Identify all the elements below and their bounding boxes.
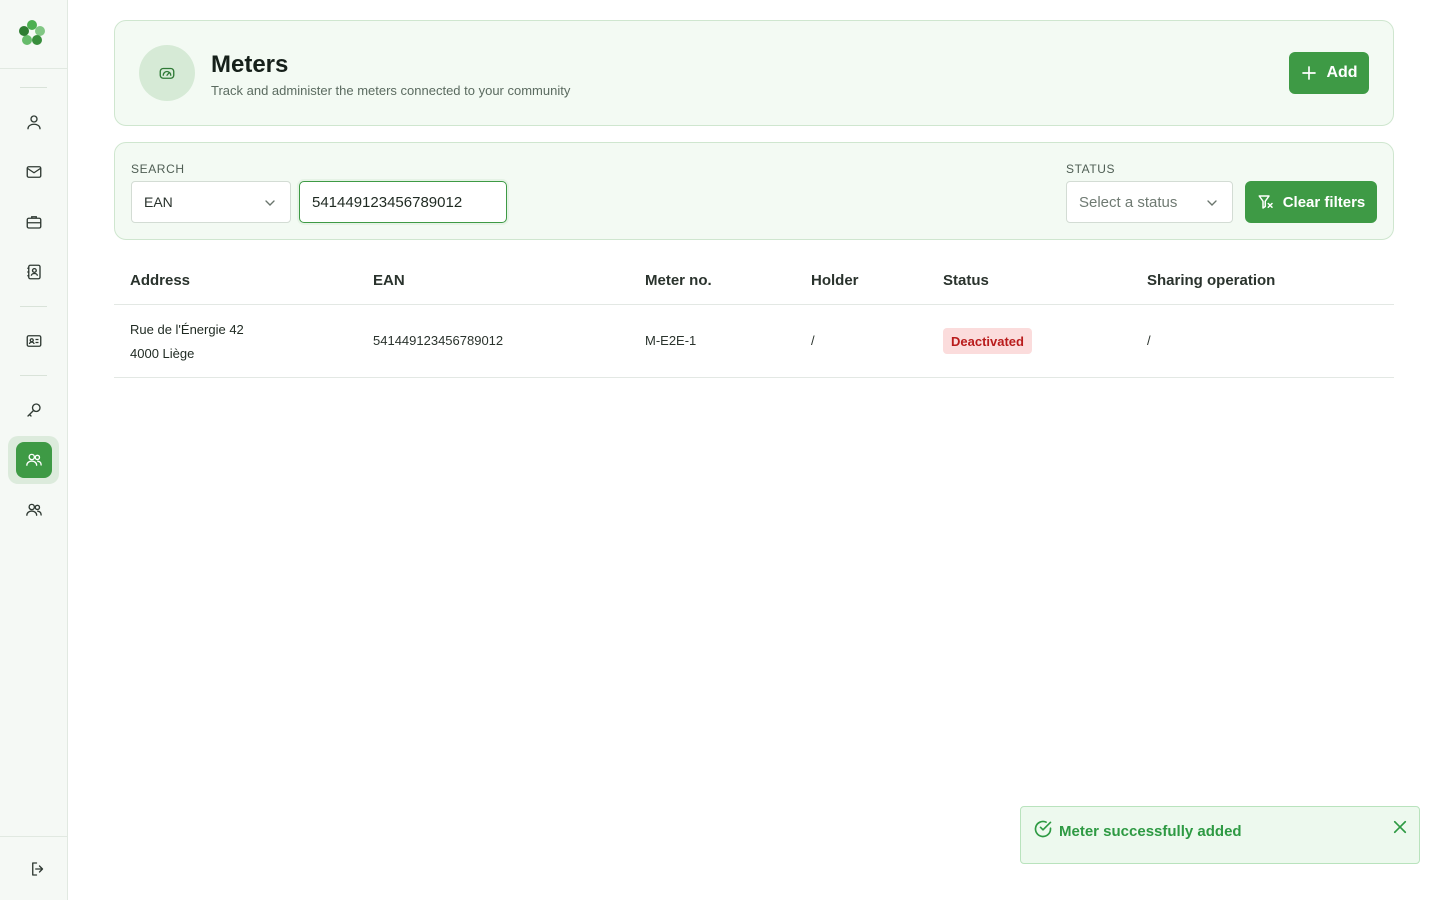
table-header: Address EAN Meter no. Holder Status Shar…	[114, 256, 1394, 305]
contact-book-icon	[27, 264, 41, 280]
sidebar-divider	[0, 68, 68, 69]
search-field-value: EAN	[144, 194, 173, 210]
clear-filters-button[interactable]: Clear filters	[1245, 181, 1377, 223]
page-header: Meters Track and administer the meters c…	[114, 20, 1394, 126]
key-icon	[27, 403, 41, 417]
add-button-label: Add	[1326, 64, 1358, 81]
page-subtitle: Track and administer the meters connecte…	[211, 83, 571, 98]
id-card-icon	[26, 335, 42, 347]
sidebar-item-members[interactable]	[14, 321, 54, 361]
plus-icon	[1302, 66, 1317, 80]
sidebar-divider	[20, 306, 47, 307]
sidebar-divider	[20, 87, 47, 88]
sidebar-item-users[interactable]	[14, 490, 54, 530]
column-header-address[interactable]: Address	[130, 272, 190, 289]
sidebar-divider	[0, 836, 68, 837]
briefcase-icon	[26, 216, 42, 229]
check-circle-icon	[1034, 820, 1052, 838]
users-icon	[26, 503, 42, 516]
column-header-ean[interactable]: EAN	[373, 272, 405, 289]
logout-button[interactable]	[18, 849, 58, 889]
cell-address-line1: Rue de l'Énergie 42	[130, 322, 244, 337]
sidebar-item-meters[interactable]	[16, 442, 52, 478]
status-label: STATUS	[1066, 162, 1116, 176]
column-header-holder[interactable]: Holder	[811, 272, 859, 289]
sidebar-item-contacts[interactable]	[14, 252, 54, 292]
table-row[interactable]: Rue de l'Énergie 42 4000 Liège 541449123…	[114, 305, 1394, 378]
sidebar-item-organisations[interactable]	[14, 202, 54, 242]
cell-ean: 541449123456789012	[373, 333, 504, 348]
cell-address-line2: 4000 Liège	[130, 346, 195, 361]
sidebar-item-keys[interactable]	[14, 390, 54, 430]
search-input[interactable]	[299, 181, 507, 223]
column-header-sharing-operation[interactable]: Sharing operation	[1147, 272, 1275, 289]
status-select-placeholder: Select a status	[1079, 193, 1178, 211]
sidebar-divider	[20, 375, 47, 376]
chevron-down-icon	[1207, 200, 1217, 206]
users-icon	[26, 453, 42, 466]
sidebar	[0, 0, 68, 900]
page-title: Meters	[211, 51, 289, 78]
chevron-down-icon	[265, 200, 275, 206]
logout-icon	[32, 862, 44, 876]
meters-table: Address EAN Meter no. Holder Status Shar…	[114, 256, 1394, 378]
search-label: SEARCH	[131, 162, 185, 176]
cell-meter-no: M-E2E-1	[645, 333, 697, 348]
sidebar-item-messages[interactable]	[14, 152, 54, 192]
toast-message: Meter successfully added	[1059, 823, 1242, 840]
mail-icon	[26, 166, 42, 178]
status-badge: Deactivated	[943, 328, 1032, 354]
gauge-icon	[139, 45, 195, 101]
filter-clear-icon	[1258, 195, 1273, 209]
clear-filters-label: Clear filters	[1282, 193, 1366, 211]
search-field-select[interactable]: EAN	[131, 181, 291, 223]
user-icon	[27, 115, 41, 130]
close-icon[interactable]	[1391, 818, 1409, 836]
cell-holder: /	[811, 333, 815, 348]
cell-sharing-operation: /	[1147, 333, 1151, 348]
column-header-meter-no[interactable]: Meter no.	[645, 272, 712, 289]
status-select[interactable]: Select a status	[1066, 181, 1233, 223]
add-button[interactable]: Add	[1289, 52, 1369, 94]
column-header-status[interactable]: Status	[943, 272, 989, 289]
sidebar-item-profile[interactable]	[14, 102, 54, 142]
filters-panel: SEARCH EAN STATUS Select a status Clear …	[114, 142, 1394, 240]
logo-icon[interactable]	[17, 18, 47, 48]
success-toast: Meter successfully added	[1020, 806, 1420, 864]
